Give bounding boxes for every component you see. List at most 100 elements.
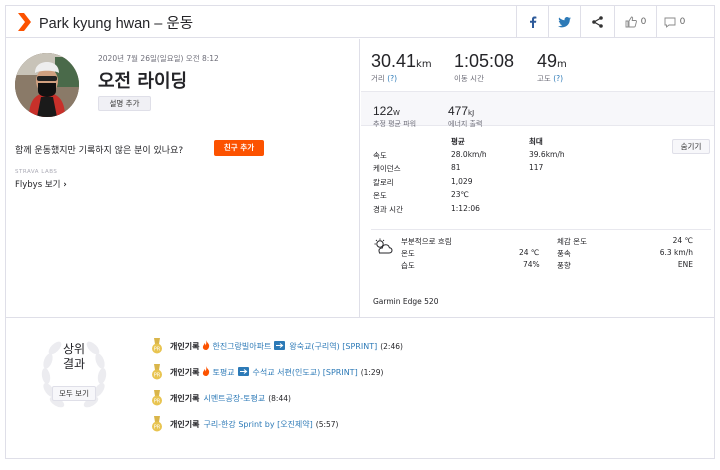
row-label: 속도 [373,150,387,160]
sport-chevron-icon [18,13,31,31]
title-line: 결과 [62,357,86,371]
twitter-icon [558,16,571,27]
segment-time: (1:29) [360,367,384,377]
row-avg: 1,029 [451,176,473,186]
row-label: 온도 [373,191,387,200]
add-friend-button[interactable]: 친구 추가 [214,140,264,156]
segment-time: (5:57) [315,419,339,429]
svg-text:PR: PR [154,425,161,431]
table-row: 경과 시간 1:12:06 [371,204,711,218]
pr-label: 개인기록 [170,341,200,351]
pr-label: 개인기록 [170,393,200,403]
group-prompt: 함께 운동했지만 기록하지 않은 분이 있나요? [15,146,184,156]
pr-label: 개인기록 [170,367,200,377]
power-label: 추정 평균 파워 [373,120,417,128]
add-description-button[interactable]: 설명 추가 [98,96,151,111]
segment-link[interactable]: 왕숙교(구리역) [SPRINT] [289,341,377,352]
weather-row: 온도 24 ℃ 풍속 6.3 km/h [371,248,711,260]
achievement-row: PR 개인기록 시멘트공장-토평교 (8:44) [151,388,291,408]
arrow-right-icon [274,340,286,352]
moving-time-label: 이동 시간 [454,74,484,83]
row-label: 경과 시간 [373,204,403,214]
thumbs-up-icon [625,16,637,28]
segment-link[interactable]: 수석교 서편(인도교) [SPRINT] [253,367,358,378]
activity-name: 오전 라이딩 [98,71,188,92]
title-line: 상위 [62,342,86,356]
feels-like-value: 24 ℃ [672,236,693,245]
page-title: Park kyung hwan – 운동 [39,16,194,32]
segment-link[interactable]: 토평교 [212,367,234,378]
avg-header: 평균 [451,137,465,146]
pr-medal-icon: PR [152,416,162,432]
row-label: 칼로리 [373,177,394,187]
svg-text:PR: PR [154,373,161,379]
row-max: 117 [529,163,544,172]
activity-stats: 30.41km 거리 (?) 1:05:08 이동 시간 49m 고도 (?) … [361,39,714,317]
table-row: 칼로리 1,029 [371,177,711,191]
twitter-share-button[interactable] [548,6,580,38]
segment-link[interactable]: 한진그랑빌아파트 [212,341,271,352]
moving-time-value: 1:05:08 [454,51,515,71]
segment-time: (2:46) [380,341,403,351]
facebook-icon [529,16,536,28]
strava-labs-label: STRAVA LABS [15,169,58,175]
secondary-stats: 122W 추정 평균 파워 477kJ 에너지 출력 [361,91,714,129]
device-name: Garmin Edge 520 [373,297,439,306]
segment-link[interactable]: 시멘트공장-토평교 [203,393,265,404]
power-stat: 122W 추정 평균 파워 [373,100,416,129]
temp-label: 온도 [401,249,415,258]
achievement-row: PR 개인기록 한진그랑빌아파트 왕숙교(구리역) [SPRINT] (2:46… [151,336,403,356]
table-header: 평균 최대 [371,136,711,150]
row-avg: 1:12:06 [451,203,480,213]
temp-value: 24 ℃ [519,248,540,257]
share-icon [592,16,603,28]
activity-date: 2020년 7월 26일(일요일) 오전 8:12 [98,54,219,63]
segment-link[interactable]: 구리-한강 Sprint by [오진제약] [203,419,312,430]
hide-button[interactable]: 숨기기 [672,139,710,154]
wind-dir-label: 풍향 [557,261,571,270]
fire-icon [202,366,210,378]
energy-unit: kJ [468,109,475,117]
pr-medal-icon: PR [152,338,162,354]
row-avg: 23℃ [451,190,469,199]
comment-button[interactable]: 0 [656,6,692,38]
table-row: 케이던스 81 117 [371,163,711,177]
distance-stat: 30.41km 거리 (?) [371,51,432,84]
flybys-link[interactable]: Flybys 보기 › [15,178,67,190]
weather-row: 습도 74% 풍향 ENE [371,260,711,272]
wind-speed-label: 풍속 [557,249,571,258]
power-unit: W [393,109,400,117]
chevron-right-icon: › [63,180,67,190]
table-row: 속도 28.0km/h 39.6km/h [371,150,711,164]
energy-value: 477 [448,104,469,118]
top-results-section: 상위 결과 모두 보기 PR 개인기록 한진그랑빌아파트 왕숙교(구리역) [S… [6,317,714,458]
facebook-share-button[interactable] [516,6,548,38]
share-button[interactable] [580,6,614,38]
pr-medal-icon: PR [152,390,162,406]
view-all-button[interactable]: 모두 보기 [52,386,96,401]
arrow-right-icon [237,366,249,378]
pr-label: 개인기록 [170,419,200,429]
kudos-count: 0 [640,17,647,27]
elevation-stat: 49m 고도 (?) [537,51,567,84]
avatar[interactable] [15,53,79,117]
achievement-row: PR 개인기록 구리-한강 Sprint by [오진제약] (5:57) [151,414,338,434]
activity-summary: 2020년 7월 26일(일요일) 오전 8:12 오전 라이딩 설명 추가 함… [6,39,360,317]
row-label: 케이던스 [373,164,401,173]
help-icon[interactable]: (?) [387,74,397,83]
distance-value: 30.41 [371,51,417,71]
humidity-value: 74% [523,260,540,269]
pr-medal-icon: PR [152,364,162,380]
details-table: 평균 최대 속도 28.0km/h 39.6km/h 케이던스 81 117 칼… [371,136,711,217]
weather-row: 부분적으로 흐림 체감 온도 24 ℃ [371,236,711,248]
laurel-wreath-icon [41,341,107,408]
kudos-button[interactable]: 0 [614,6,656,38]
help-icon[interactable]: (?) [553,74,563,83]
elevation-unit: m [557,59,567,70]
elevation-label: 고도 [537,74,551,83]
top-results-title: 상위 결과 [50,342,98,372]
energy-label: 에너지 출력 [448,120,483,128]
table-row: 온도 23℃ [371,190,711,204]
energy-stat: 477kJ 에너지 출력 [448,100,482,129]
max-header: 최대 [529,137,543,146]
